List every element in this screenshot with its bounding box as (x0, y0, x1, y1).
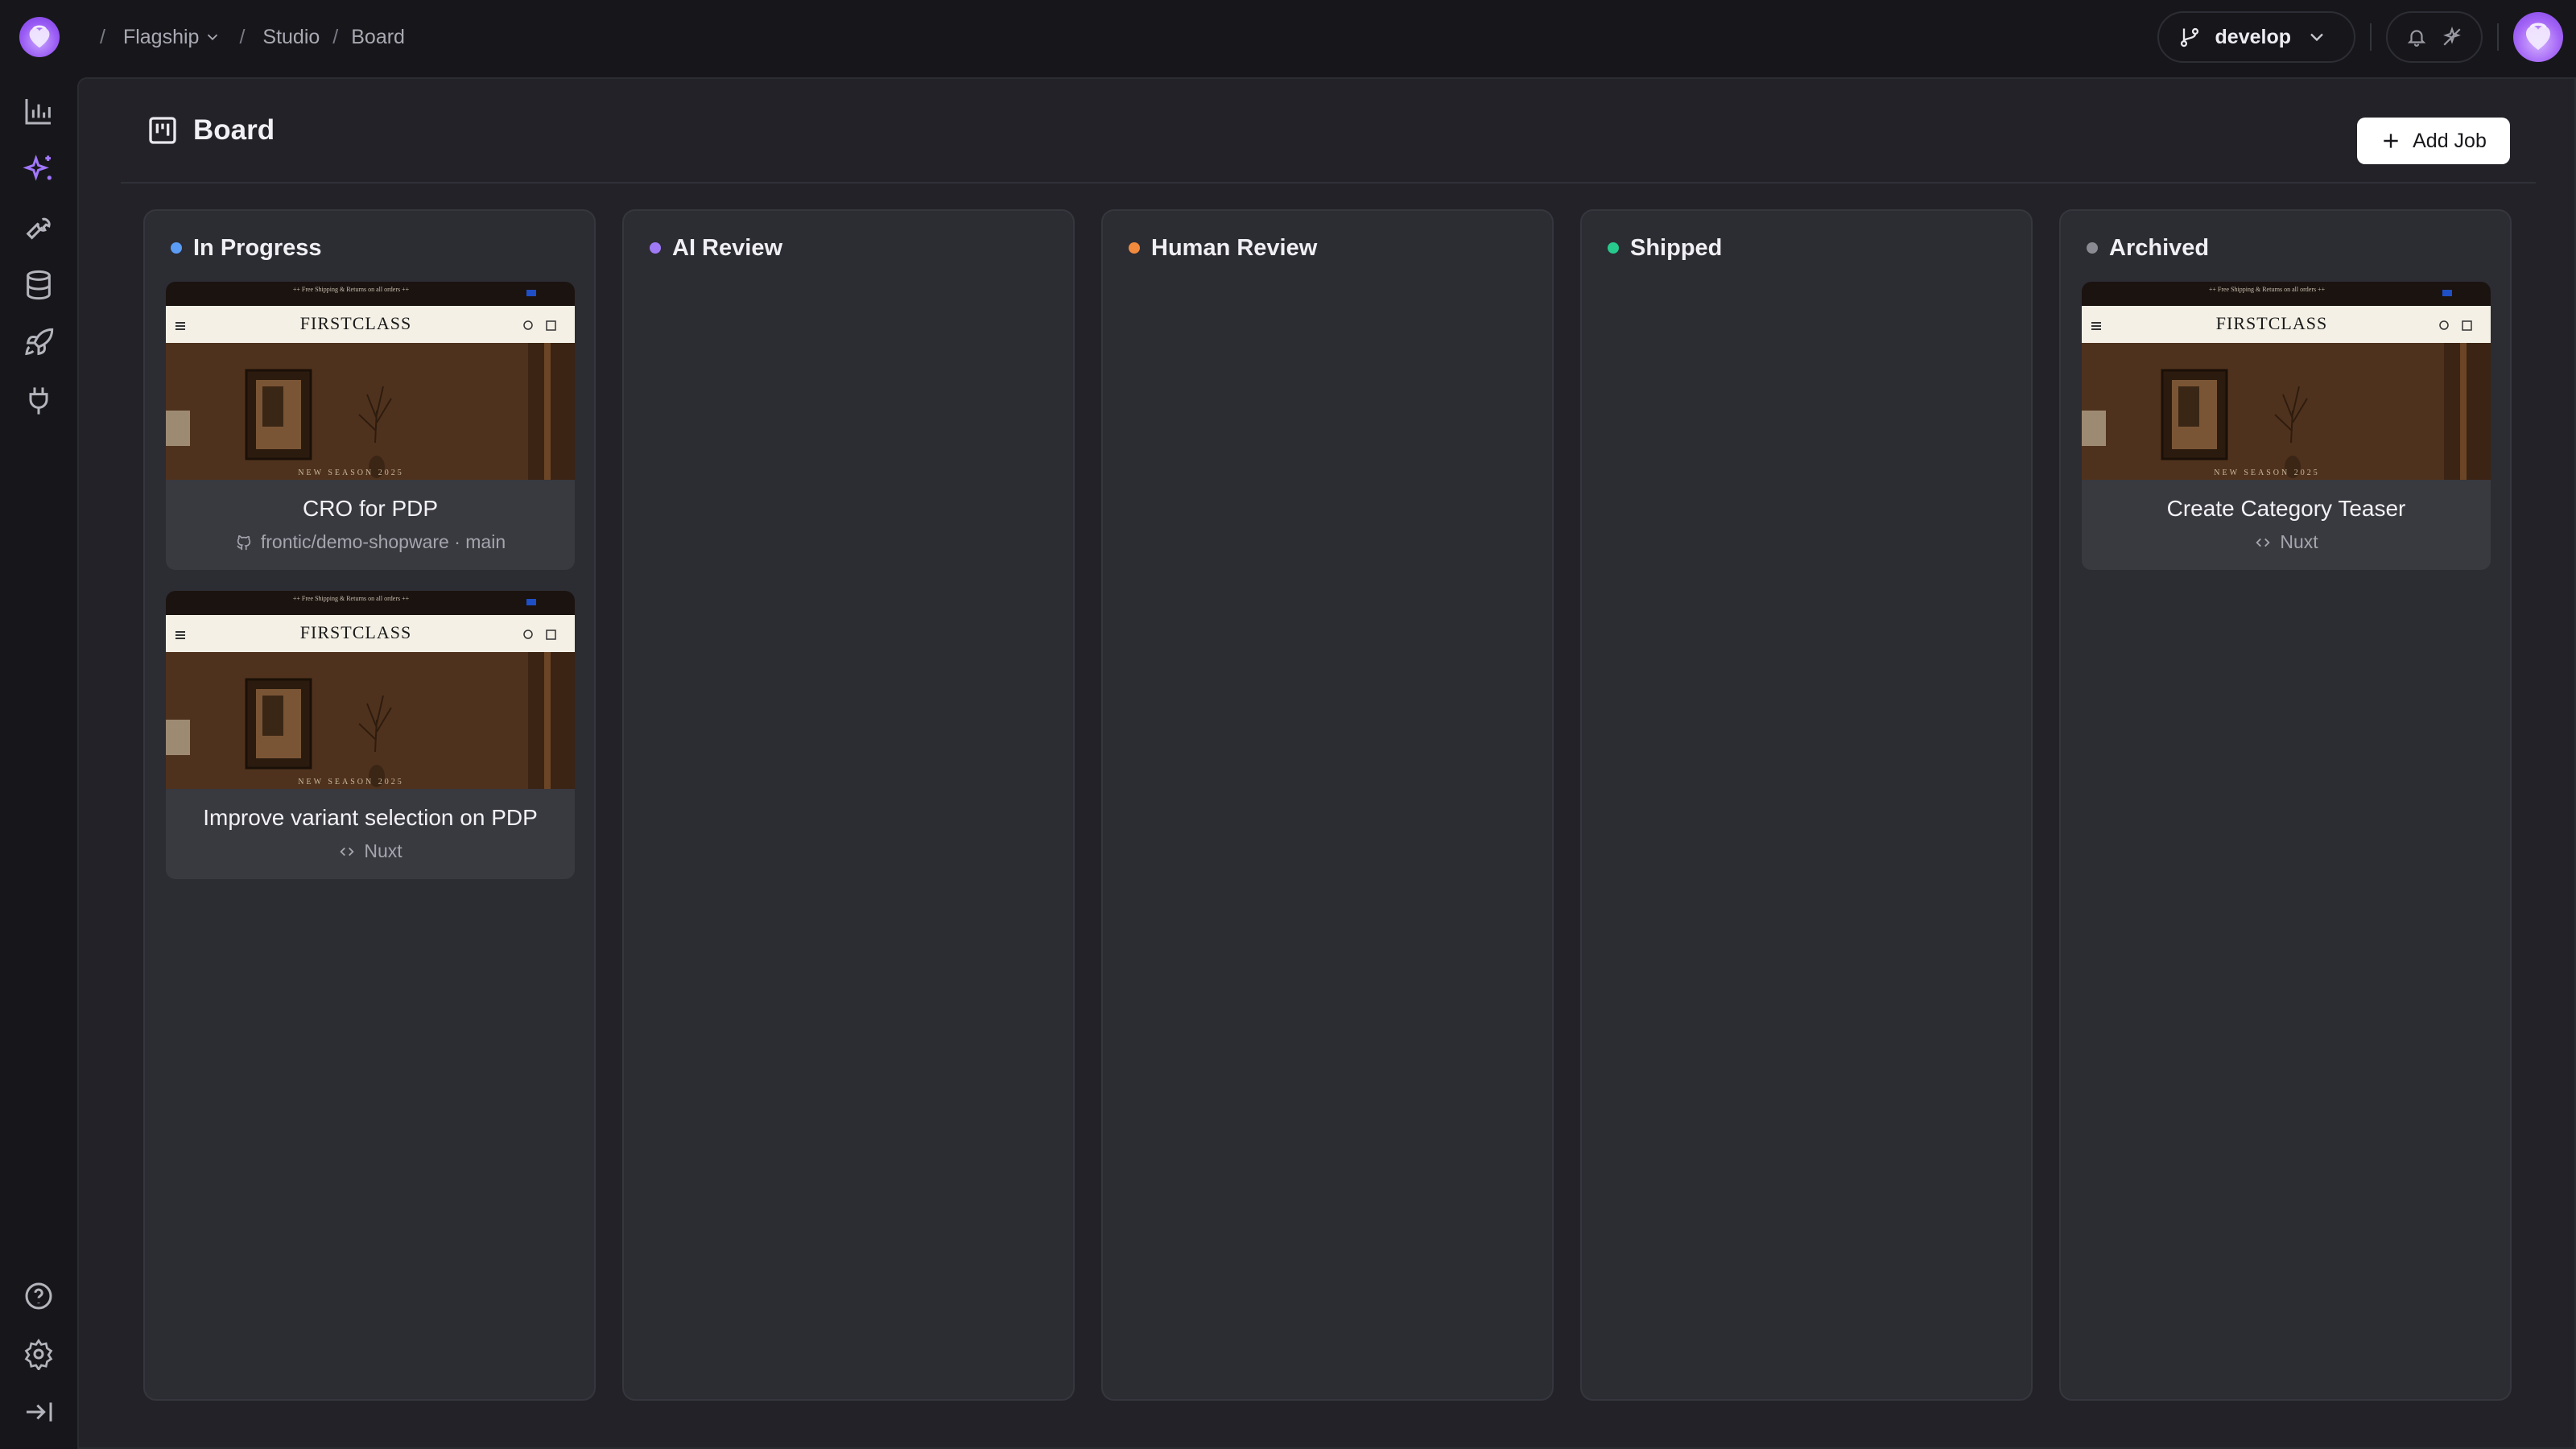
org-switcher[interactable]: Flagship (123, 26, 222, 49)
column-header: Human Review (1129, 232, 1317, 264)
nav-studio[interactable] (19, 150, 58, 188)
nav-analytics[interactable] (19, 92, 58, 130)
column-human-review: Human Review (1101, 209, 1554, 1401)
header-actions (2386, 11, 2483, 63)
status-dot (1608, 242, 1619, 254)
branch-name: develop (2215, 25, 2291, 48)
column-header: AI Review (650, 232, 782, 264)
add-job-button[interactable]: Add Job (2357, 118, 2510, 164)
divider (2370, 23, 2372, 51)
storefront-preview: ++ Free Shipping & Returns on all orders… (2082, 282, 2491, 480)
card-thumbnail: ++ Free Shipping & Returns on all orders… (2082, 282, 2491, 480)
app-logo[interactable] (19, 17, 60, 57)
job-card[interactable]: ++ Free Shipping & Returns on all orders… (166, 591, 575, 879)
column-title: In Progress (193, 234, 322, 261)
card-title: Create Category Teaser (2166, 496, 2406, 521)
column-title: Human Review (1151, 234, 1318, 261)
plug-icon (29, 387, 48, 415)
org-name: Flagship (122, 25, 200, 48)
hero-caption: NEW SEASON 2025 (2214, 469, 2319, 477)
column-ai-review: AI Review (622, 209, 1075, 1401)
code-icon (2256, 538, 2270, 547)
breadcrumb-separator: / (332, 25, 339, 48)
database-icon (27, 270, 51, 300)
status-dot (2087, 242, 2098, 254)
nav-integrations[interactable] (19, 382, 58, 420)
chevron-down-icon (208, 34, 218, 41)
storefront-preview: ++ Free Shipping & Returns on all orders… (166, 591, 575, 789)
breadcrumb-studio[interactable]: Studio (262, 26, 320, 49)
framework-label: Nuxt (2280, 531, 2318, 552)
column-in-progress: In Progress ++ Free Shipping & Returns o… (143, 209, 596, 1401)
promo-text: ++ Free Shipping & Returns on all orders… (293, 286, 410, 293)
status-dot (650, 242, 661, 254)
help-icon (25, 1282, 52, 1310)
card-thumbnail: ++ Free Shipping & Returns on all orders… (166, 282, 575, 480)
hero-caption: NEW SEASON 2025 (298, 469, 403, 477)
column-header: Archived (2087, 232, 2209, 264)
status-dot (1129, 242, 1140, 254)
promo-text: ++ Free Shipping & Returns on all orders… (2209, 286, 2326, 293)
logo-heart-icon (29, 25, 50, 48)
avatar-heart-icon (2525, 23, 2551, 51)
card-meta: Nuxt (2082, 531, 2491, 553)
chevron-down-icon (2310, 33, 2323, 42)
column-shipped: Shipped (1580, 209, 2033, 1401)
card-title: CRO for PDP (302, 496, 439, 521)
add-job-label: Add Job (2413, 129, 2487, 152)
branch-selector[interactable]: develop (2157, 11, 2355, 63)
nav-collapse[interactable] (19, 1393, 58, 1431)
nav-tools[interactable] (19, 208, 58, 246)
breadcrumb-board[interactable]: Board (351, 26, 405, 49)
job-card[interactable]: ++ Free Shipping & Returns on all orders… (2082, 282, 2491, 570)
brand-logo: FIRSTCLASS (300, 622, 411, 642)
card-meta: Nuxt (166, 840, 575, 862)
nav-settings[interactable] (19, 1335, 58, 1373)
column-header: Shipped (1608, 232, 1722, 264)
page-title: Board (193, 114, 275, 146)
column-title: AI Review (672, 234, 782, 261)
divider (2497, 23, 2499, 51)
breadcrumb-separator: / (100, 25, 105, 48)
status-dot (171, 242, 182, 254)
collapse-icon (27, 1402, 52, 1422)
column-title: Shipped (1630, 234, 1723, 261)
job-card[interactable]: ++ Free Shipping & Returns on all orders… (166, 282, 575, 570)
column-header: In Progress (171, 232, 322, 264)
top-bar: / Flagship / Studio / Board develop (0, 0, 2576, 74)
settings-icon (24, 1338, 53, 1370)
main-panel: Board Add Job In Progress ++ Free Shippi… (77, 77, 2576, 1449)
nav-data[interactable] (19, 266, 58, 304)
repo-label: frontic/demo-shopware · main (260, 531, 506, 552)
git-branch-icon (2180, 27, 2198, 47)
storefront-preview: ++ Free Shipping & Returns on all orders… (166, 282, 575, 480)
column-title: Archived (2109, 234, 2210, 261)
breadcrumb-separator: / (239, 25, 246, 48)
promo-text: ++ Free Shipping & Returns on all orders… (293, 595, 410, 602)
code-icon (340, 847, 354, 856)
plus-icon (2384, 134, 2398, 148)
card-title: Improve variant selection on PDP (203, 805, 538, 830)
column-archived: Archived ++ Free Shipping & Returns on a… (2059, 209, 2512, 1401)
sparkles-icon (23, 155, 52, 181)
card-meta: frontic/demo-shopware · main (166, 531, 575, 553)
analytics-icon (25, 99, 51, 125)
github-icon (237, 535, 251, 550)
sidebar (0, 74, 77, 1449)
kanban-icon (149, 117, 176, 144)
brand-logo: FIRSTCLASS (300, 313, 411, 333)
user-avatar[interactable] (2513, 12, 2563, 62)
hero-caption: NEW SEASON 2025 (298, 778, 403, 786)
brand-logo: FIRSTCLASS (2216, 313, 2327, 333)
sparkles-off-icon[interactable] (2442, 27, 2462, 47)
rocket-icon (25, 328, 54, 356)
wrench-icon (26, 217, 51, 240)
card-thumbnail: ++ Free Shipping & Returns on all orders… (166, 591, 575, 789)
nav-deploy[interactable] (19, 324, 58, 362)
bell-icon[interactable] (2406, 27, 2427, 47)
nav-help[interactable] (19, 1277, 58, 1315)
page-header: Board Add Job (121, 79, 2536, 184)
breadcrumb: / Flagship / Studio / Board (82, 26, 405, 49)
framework-label: Nuxt (364, 840, 402, 861)
